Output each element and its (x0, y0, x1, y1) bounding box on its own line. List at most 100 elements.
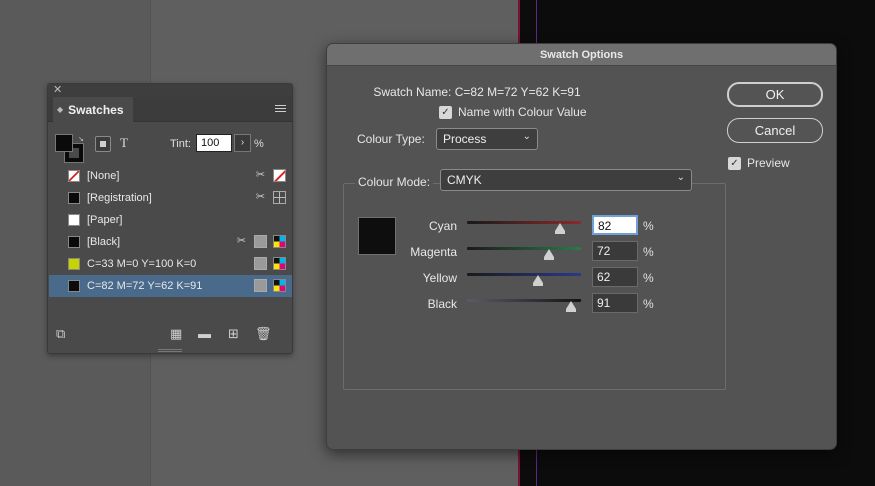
swatch-name-label: Swatch Name: (373, 85, 452, 99)
channel-value-input[interactable]: 62 (592, 267, 638, 287)
channel-label: Yellow (422, 271, 457, 285)
resize-grip[interactable] (158, 349, 182, 352)
cc-library-icon[interactable]: ▦ (170, 326, 182, 342)
channel-slider-track[interactable] (467, 247, 581, 250)
swatch-chip (68, 192, 80, 204)
channel-unit: % (643, 245, 654, 259)
swatch-row-icons: ✂ (254, 191, 286, 204)
channel-label: Cyan (428, 219, 457, 233)
new-group-folder-icon[interactable]: ▬ (198, 326, 211, 341)
swatch-toolbar: ↘ T Tint: 100 › % (48, 128, 292, 163)
new-swatch-icon[interactable]: ⊞ (228, 326, 239, 342)
swatch-row[interactable]: [Registration] ✂ (49, 187, 292, 209)
swap-icon[interactable]: ↘ (78, 135, 84, 143)
channel-value-input[interactable]: 72 (592, 241, 638, 261)
name-with-colour-value-row[interactable]: ✓ Name with Colour Value (439, 105, 587, 119)
colour-type-label: Colour Type: (357, 132, 425, 146)
no-delete-icon: ✂ (236, 235, 247, 247)
trash-icon[interactable]: 🗑 (255, 326, 272, 342)
swatch-chip (68, 236, 80, 248)
colour-type-value: Process (443, 132, 487, 146)
panel-menu-icon[interactable] (275, 105, 286, 114)
panel-title-bar[interactable]: ✕ (48, 84, 292, 97)
panel-footer: ⧉ ▦ ▬ ⊞ 🗑 (48, 321, 292, 347)
swatch-row-icons: ✂ (235, 235, 286, 248)
name-with-colour-value-label: Name with Colour Value (458, 105, 587, 119)
swatch-row-icons (254, 279, 286, 292)
panel-tab-bar: ◆ Swatches (48, 97, 292, 122)
chevron-down-icon: ⌄ (676, 172, 685, 183)
channel-label: Black (427, 297, 457, 311)
colour-type-select[interactable]: Process ⌄ (436, 128, 538, 150)
tab-swatches[interactable]: ◆ Swatches (53, 97, 133, 122)
name-with-colour-value-checkbox[interactable]: ✓ (439, 105, 452, 119)
process-icon (254, 235, 267, 248)
registration-icon (273, 191, 286, 204)
channel-row-cyan: Cyan 82% (327, 215, 707, 239)
cmyk-icon (273, 279, 286, 292)
swatch-name: [Black] (87, 236, 121, 248)
swatch-row-icons (254, 257, 286, 270)
ok-button[interactable]: OK (727, 82, 823, 107)
swatch-row-icons: ✂ (254, 169, 286, 182)
none-swatch-icon (273, 169, 286, 182)
channel-value-input[interactable]: 91 (592, 293, 638, 313)
channel-row-yellow: Yellow 62% (327, 267, 707, 291)
colour-mode-label: Colour Mode: (355, 175, 434, 189)
cmyk-icon (273, 235, 286, 248)
channel-value-input[interactable]: 82 (592, 215, 638, 235)
preview-row[interactable]: ✓ Preview (728, 156, 790, 170)
swatch-row[interactable]: C=82 M=72 Y=62 K=91 (49, 275, 292, 297)
preview-label: Preview (747, 156, 790, 170)
channel-slider-track[interactable] (467, 299, 581, 302)
show-swatch-kinds-icon[interactable]: ⧉ (56, 326, 65, 342)
cancel-button[interactable]: Cancel (727, 118, 823, 143)
fill-box[interactable] (55, 134, 73, 152)
swatch-list: [None] ✂ [Registration] ✂ [Paper] [Black] ✂ C=3… (49, 165, 292, 297)
chevron-down-icon: ⌄ (522, 131, 531, 142)
channel-unit: % (643, 219, 654, 233)
channel-label: Magenta (410, 245, 457, 259)
tab-label: Swatches (68, 102, 124, 117)
channel-slider-thumb[interactable] (565, 301, 576, 312)
fill-stroke-widget[interactable]: ↘ (55, 134, 84, 163)
tint-unit: % (254, 138, 264, 150)
collapse-icon[interactable]: ◆ (57, 105, 63, 114)
swatch-chip (68, 280, 80, 292)
no-delete-icon: ✂ (255, 169, 266, 181)
swatch-name: C=82 M=72 Y=62 K=91 (87, 280, 203, 292)
cmyk-icon (273, 257, 286, 270)
dialog-title: Swatch Options (327, 44, 836, 66)
tint-slider-toggle[interactable]: › (234, 134, 251, 152)
tint-input[interactable]: 100 (196, 134, 232, 152)
colour-mode-value: CMYK (447, 173, 482, 187)
channel-unit: % (643, 271, 654, 285)
channel-slider-thumb[interactable] (532, 275, 543, 286)
preview-checkbox[interactable]: ✓ (728, 156, 741, 170)
swatch-chip (68, 258, 80, 270)
tint-label: Tint: (170, 138, 191, 150)
colour-mode-select[interactable]: CMYK ⌄ (440, 169, 692, 191)
swatch-row[interactable]: [None] ✂ (49, 165, 292, 187)
close-icon[interactable]: ✕ (53, 83, 62, 96)
swatch-name-line: Swatch Name: C=82 M=72 Y=62 K=91 (327, 85, 627, 99)
channel-slider-thumb[interactable] (555, 223, 566, 234)
channel-slider-thumb[interactable] (544, 249, 555, 260)
swatch-chip (68, 214, 80, 226)
swatch-name-value: C=82 M=72 Y=62 K=91 (454, 85, 581, 99)
formatting-text-button[interactable]: T (120, 135, 128, 151)
swatch-row[interactable]: [Black] ✂ (49, 231, 292, 253)
process-icon (254, 279, 267, 292)
channel-row-black: Black 91% (327, 293, 707, 317)
formatting-container-button[interactable] (95, 136, 111, 152)
no-delete-icon: ✂ (255, 191, 266, 203)
swatch-row[interactable]: [Paper] (49, 209, 292, 231)
swatch-name: [Paper] (87, 214, 123, 226)
swatch-name: C=33 M=0 Y=100 K=0 (87, 258, 197, 270)
swatches-panel: ✕ ◆ Swatches ↘ T Tint: 100 › % [None] ✂ [R… (47, 83, 293, 354)
channel-unit: % (643, 297, 654, 311)
swatch-name: [Registration] (87, 192, 152, 204)
channel-slider-track[interactable] (467, 273, 581, 276)
swatch-row[interactable]: C=33 M=0 Y=100 K=0 (49, 253, 292, 275)
swatch-chip (68, 170, 80, 182)
